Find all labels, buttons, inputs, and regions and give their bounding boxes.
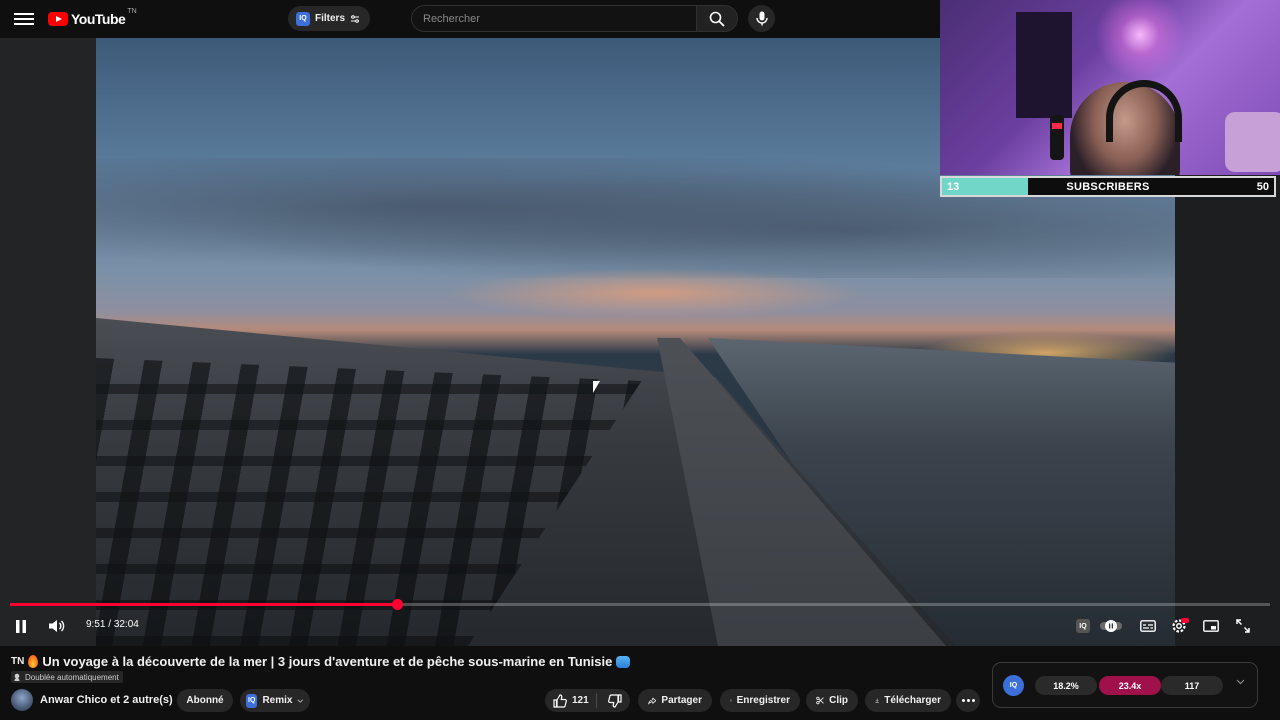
chevron-down-icon[interactable]	[1236, 679, 1245, 685]
subscriber-current-count: 13	[947, 180, 960, 193]
save-label: Enregistrer	[736, 695, 790, 706]
remix-button[interactable]: IQ Remix	[240, 689, 310, 712]
sliders-icon	[351, 14, 360, 23]
like-count[interactable]: 121	[572, 695, 589, 706]
iq-stat-count: 117	[1161, 676, 1223, 695]
download-icon	[875, 698, 879, 703]
search-button[interactable]	[696, 5, 738, 32]
subscribed-button[interactable]: Abonné	[177, 689, 233, 712]
webcam-neon-light	[1095, 0, 1185, 80]
expand-icon	[1236, 619, 1250, 633]
time-display: 9:51 / 32:04	[86, 619, 139, 630]
search-input[interactable]	[411, 5, 696, 32]
mute-button[interactable]	[45, 615, 67, 637]
webcam-headset	[1106, 80, 1182, 142]
volume-icon	[48, 620, 64, 632]
iq-badge-icon: IQ	[296, 11, 310, 26]
share-label: Partager	[661, 695, 702, 706]
more-dot-icon	[961, 699, 965, 702]
youtube-play-icon	[48, 12, 68, 26]
remix-label: Remix	[262, 695, 293, 706]
iq-stat-multiplier: 23.4x	[1099, 676, 1161, 695]
download-label: Télécharger	[884, 695, 941, 706]
autoplay-toggle[interactable]	[1100, 615, 1122, 637]
subscriber-goal-bar: 13 SUBSCRIBERS 50	[940, 176, 1276, 197]
video-sunset-glow	[446, 268, 866, 318]
dubbed-label: Doublée automatiquement	[25, 672, 119, 682]
subscribed-label: Abonné	[186, 695, 224, 706]
duration: 32:04	[113, 619, 139, 630]
download-button[interactable]: Télécharger	[865, 689, 951, 712]
clip-label: Clip	[829, 695, 848, 706]
fullscreen-button[interactable]	[1233, 615, 1253, 637]
current-time: 9:51	[86, 619, 106, 630]
thumbs-down-icon[interactable]	[607, 693, 622, 708]
chevron-down-icon	[297, 698, 304, 703]
iq-badge-icon: IQ	[1076, 619, 1090, 633]
webcam-microphone	[1050, 115, 1064, 160]
iq-badge-icon: IQ	[246, 693, 258, 708]
video-title: Un voyage à la découverte de la mer | 3 …	[42, 654, 613, 669]
miniplayer-button[interactable]	[1201, 615, 1221, 637]
channel-avatar[interactable]	[11, 689, 33, 711]
country-tag: TN	[11, 656, 25, 667]
subtitles-button[interactable]	[1138, 615, 1158, 637]
voice-search-button[interactable]	[748, 5, 775, 32]
menu-icon[interactable]	[14, 10, 34, 28]
webcam-background-door	[1016, 12, 1072, 118]
share-icon	[648, 697, 657, 704]
gear-icon	[1172, 618, 1189, 633]
subscriber-goal-target: 50	[1256, 180, 1269, 193]
iq-stat-percentage: 18.2%	[1035, 676, 1097, 695]
save-button[interactable]: Enregistrer	[720, 689, 800, 712]
dubbed-badge: Doublée automatiquement	[11, 671, 123, 683]
iq-player-button[interactable]: IQ	[1073, 615, 1093, 637]
settings-button[interactable]	[1170, 615, 1190, 637]
more-actions-button[interactable]	[956, 689, 980, 712]
progress-scrubber-handle[interactable]	[392, 599, 404, 610]
video-pillarbox-left	[0, 38, 96, 646]
miniplayer-icon	[1203, 620, 1219, 632]
pause-button[interactable]	[10, 615, 32, 637]
microphone-icon	[755, 11, 768, 26]
autoplay-toggle-icon	[1100, 620, 1122, 632]
time-separator: /	[105, 619, 114, 630]
subtitles-icon	[1140, 620, 1156, 632]
iq-logo-button[interactable]: IQ	[1003, 675, 1024, 696]
more-dot-icon	[966, 699, 970, 702]
masthead: YouTube TN IQ Filters	[0, 0, 940, 38]
youtube-logo[interactable]: YouTube TN	[48, 8, 137, 28]
logo-text: YouTube	[71, 11, 126, 27]
clip-button[interactable]: Clip	[806, 689, 858, 712]
bookmark-icon	[730, 699, 732, 702]
progress-played	[10, 603, 398, 606]
like-dislike-group: 121	[545, 689, 630, 712]
share-button[interactable]: Partager	[638, 689, 712, 712]
progress-bar[interactable]	[10, 599, 1270, 610]
more-dot-icon	[971, 699, 975, 702]
search-icon	[709, 11, 725, 26]
mouse-cursor-icon	[593, 381, 600, 393]
filters-button[interactable]: IQ Filters	[288, 6, 371, 31]
channel-name[interactable]: Anwar Chico et 2 autre(s)	[40, 694, 173, 706]
webcam-overlay	[940, 0, 1280, 175]
iq-stats-panel: IQ 18.2% 23.4x 117	[992, 662, 1258, 708]
video-title-row: TN Un voyage à la découverte de la mer |…	[11, 654, 631, 669]
scissors-icon	[816, 696, 824, 705]
pause-icon	[16, 619, 26, 633]
webcam-pillow	[1225, 112, 1280, 172]
like-divider	[595, 693, 597, 708]
thumbs-up-icon[interactable]	[553, 693, 567, 708]
filters-label: Filters	[315, 13, 346, 24]
logo-country-code: TN	[127, 8, 137, 15]
translate-icon	[14, 673, 20, 681]
fire-emoji-icon	[28, 655, 39, 668]
wave-emoji-icon	[616, 655, 631, 668]
